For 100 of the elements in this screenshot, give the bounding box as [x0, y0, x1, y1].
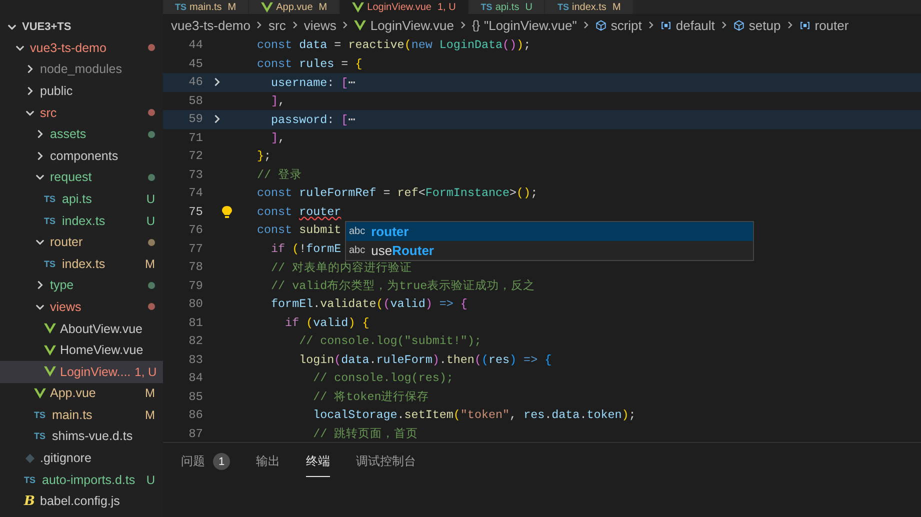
file-name: router	[50, 235, 84, 250]
vue-file-icon	[44, 366, 56, 378]
tree-item[interactable]: request	[0, 166, 163, 188]
tree-item[interactable]: components	[0, 144, 163, 167]
breadcrumb-item[interactable]: "LoginView.vue"	[484, 18, 577, 32]
file-name: assets	[50, 127, 88, 142]
line-number: 84	[188, 371, 203, 386]
code-line: // 将token进行保存	[312, 389, 430, 404]
tree-item[interactable]: App.vue M	[0, 382, 163, 404]
line-number: 79	[188, 278, 203, 293]
line-number: 44	[188, 38, 203, 52]
file-name: index.ts	[62, 214, 106, 228]
code-line: // 对表单的内容进行验证	[270, 260, 412, 275]
breadcrumb-item[interactable]: vue3-ts-demo	[171, 18, 250, 32]
breadcrumb-item[interactable]: script	[610, 18, 642, 32]
file-name: babel.config.js	[40, 494, 121, 508]
tree-item[interactable]: TS api.ts U	[0, 188, 163, 210]
code-line: username: [⋯	[270, 74, 356, 90]
tree-item[interactable]: public	[0, 80, 163, 102]
file-name: components	[50, 148, 120, 163]
code-line: // 登录	[257, 167, 302, 182]
git-status-label: M	[145, 256, 155, 271]
tree-item[interactable]: TS auto-imports.d.ts U	[0, 468, 163, 490]
tree-item[interactable]: vue3-ts-demo	[0, 37, 163, 59]
line-number: 73	[188, 168, 203, 182]
tab-label: api.ts	[495, 2, 520, 12]
tree-item[interactable]: node_modules	[0, 58, 163, 80]
typescript-file-icon: TS	[44, 258, 58, 269]
git-status-label: M	[145, 408, 155, 422]
tree-item[interactable]: LoginView.... 1, U	[0, 360, 163, 382]
git-status-label: M	[612, 2, 621, 12]
line-number: 87	[188, 426, 203, 441]
editor-tab[interactable]: App.vue M	[249, 0, 340, 14]
code-line: if (valid) {	[284, 316, 370, 330]
file-name: AboutView.vue	[60, 322, 144, 336]
panel-tab[interactable]: 输出	[256, 449, 280, 476]
tree-item[interactable]: HomeView.vue	[0, 339, 163, 361]
suggestion-item[interactable]: abc router	[346, 222, 753, 241]
file-name: index.ts	[62, 256, 106, 271]
typescript-file-icon: TS	[24, 474, 38, 485]
lightbulb-icon[interactable]	[221, 204, 233, 219]
code-line: const submit	[257, 223, 342, 238]
file-name: auto-imports.d.ts	[42, 472, 136, 487]
explorer-title: VUE3+TS	[22, 21, 72, 33]
line-number: 46	[188, 75, 203, 90]
code-line: // 跳转页面，首页	[312, 426, 418, 442]
code-line: password: [⋯	[270, 112, 356, 127]
file-name: LoginView....	[60, 364, 131, 379]
tree-item[interactable]: B babel.config.js	[0, 490, 163, 512]
breadcrumb-item[interactable]: setup	[748, 18, 781, 32]
tree-item[interactable]: .gitignore	[0, 447, 163, 469]
tree-item[interactable]: src	[0, 102, 163, 124]
code-line: formEl.validate((valid) => {	[270, 297, 468, 312]
breadcrumb-item[interactable]: default	[676, 18, 715, 32]
code-line: ],	[270, 94, 286, 108]
tree-item[interactable]: TS shims-vue.d.ts	[0, 426, 163, 448]
breadcrumb-item[interactable]: views	[304, 18, 336, 32]
git-status-label: M	[318, 2, 328, 12]
tree-item[interactable]: TS index.ts U	[0, 210, 163, 232]
file-name: node_modules	[40, 62, 124, 76]
code-line: ],	[270, 130, 286, 145]
line-number: 76	[188, 223, 203, 238]
code-line: const data = reactive(new LoginData());	[257, 38, 531, 52]
tree-item[interactable]: AboutView.vue	[0, 318, 163, 340]
git-status-label: U	[146, 192, 155, 206]
tree-item[interactable]: views	[0, 296, 163, 318]
git-status-label: M	[228, 2, 236, 12]
line-number: 78	[188, 260, 203, 274]
panel-tab[interactable]: 问题 1	[181, 449, 230, 476]
file-name: vue3-ts-demo	[30, 40, 108, 55]
git-status-label: 1, U	[134, 364, 157, 379]
editor-tab[interactable]: TS api.ts U	[468, 0, 546, 14]
tree-item[interactable]: assets	[0, 123, 163, 145]
line-number: 82	[188, 334, 203, 348]
line-number: 74	[188, 186, 203, 200]
file-name: public	[40, 84, 74, 98]
suggestion-item[interactable]: abc useRouter	[346, 241, 753, 260]
editor-tab[interactable]: TS main.ts M	[163, 0, 250, 14]
tree-item[interactable]: TS index.ts M	[0, 252, 163, 275]
panel-tab[interactable]: 调试控制台	[356, 449, 416, 476]
breadcrumb-item[interactable]: router	[814, 18, 849, 32]
tree-item[interactable]: TS main.ts M	[0, 404, 163, 426]
editor-tab[interactable]: TS index.ts M	[545, 0, 634, 14]
file-name: HomeView.vue	[60, 343, 144, 358]
line-number: 58	[188, 94, 203, 108]
editor-tab[interactable]: LoginView.vue 1, U	[340, 0, 469, 14]
git-status-label: U	[146, 214, 155, 228]
typescript-file-icon: TS	[44, 216, 58, 226]
panel-tab[interactable]: 终端	[306, 449, 330, 477]
tree-item[interactable]: router	[0, 231, 163, 253]
file-name: shims-vue.d.ts	[52, 429, 134, 444]
breadcrumb-item[interactable]: LoginView.vue	[370, 18, 454, 32]
vue-file-icon	[261, 2, 274, 12]
line-number: 80	[188, 297, 203, 312]
tree-item[interactable]: type	[0, 274, 163, 296]
file-name: main.ts	[52, 408, 94, 422]
cube-icon	[732, 20, 745, 30]
code-line: // console.log(res);	[312, 371, 454, 386]
breadcrumb-item[interactable]: src	[268, 18, 286, 32]
git-status-label: 1, U	[437, 2, 456, 12]
